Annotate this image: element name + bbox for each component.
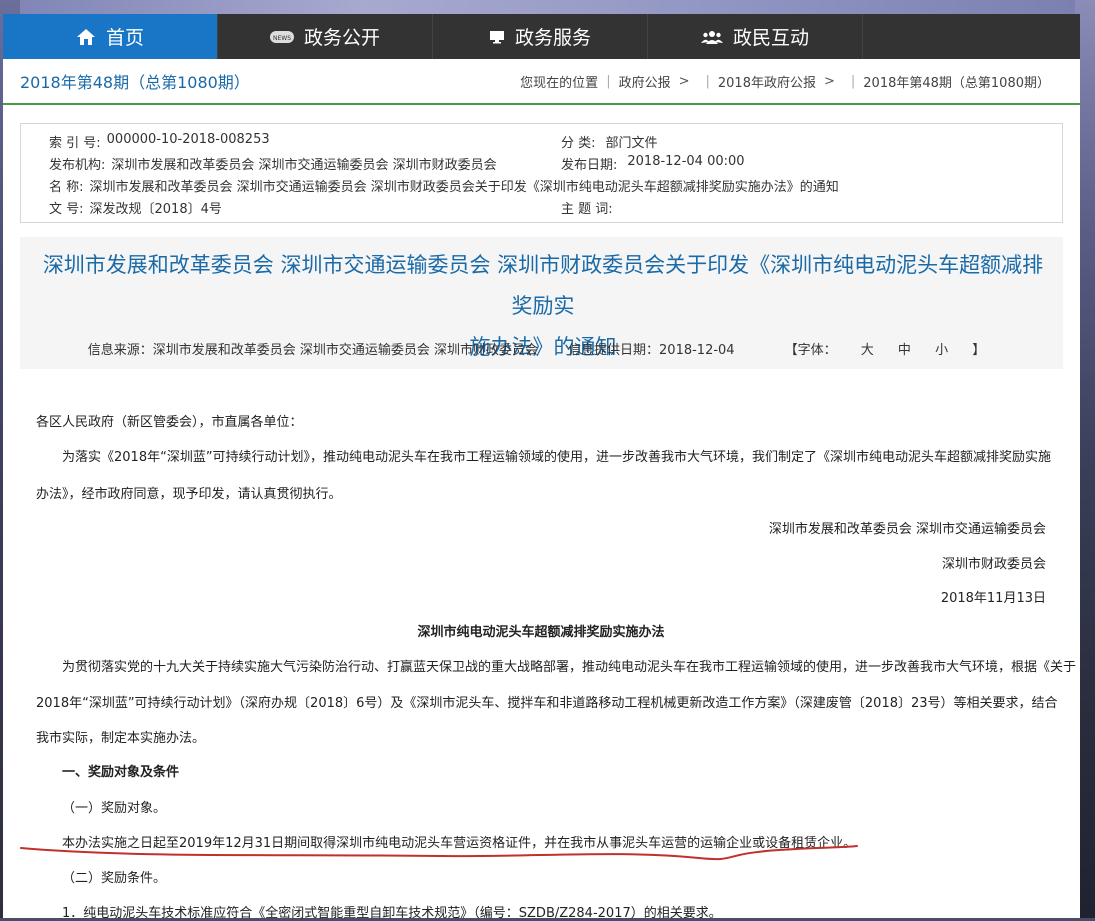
- breadcrumb-location-label: 您现在的位置: [520, 75, 599, 91]
- title-line: 深圳市发展和改革委员会 深圳市交通运输委员会 深圳市财政委员会关于印发《深圳市纯…: [42, 253, 1044, 318]
- info-provided-date: 信息提供日期：2018-12-04: [568, 343, 735, 358]
- paragraph-line: 我市实际，制定本实施办法。: [36, 731, 206, 746]
- info-org: 发布机构: 深圳市发展和改革委员会 深圳市交通运输委员会 深圳市财政委员会: [49, 154, 497, 173]
- info-label: 名 称:: [49, 180, 84, 195]
- info-date: 发布日期: 2018-12-04 00:00: [561, 154, 745, 173]
- breadcrumb: 您现在的位置 | 政府公报 > | 2018年政府公报 > | 2018年第48…: [520, 72, 1050, 91]
- title-box: 深圳市发展和改革委员会 深圳市交通运输委员会 深圳市财政委员会关于印发《深圳市纯…: [20, 237, 1063, 369]
- font-size-label: 【字体：: [784, 343, 837, 358]
- article-meta: 信息来源：深圳市发展和改革委员会 深圳市交通运输委员会 深圳市财政委员会 信息提…: [20, 339, 1063, 358]
- info-category: 分 类: 部门文件: [561, 132, 658, 151]
- font-size-close: 】: [972, 343, 986, 358]
- breadcrumb-separator: >: [823, 73, 835, 89]
- salutation: 各区人民政府（新区管委会），市直属各单位：: [36, 415, 303, 430]
- users-icon: [700, 29, 723, 45]
- info-name: 名 称: 深圳市发展和改革委员会 深圳市交通运输委员会 深圳市财政委员会关于印发…: [49, 176, 839, 195]
- signature-date: 2018年11月13日: [940, 591, 1046, 606]
- nav-item-label: 首页: [105, 27, 144, 49]
- breadcrumb-item-issue[interactable]: 2018年第48期（总第1080期）: [863, 72, 1050, 91]
- paragraph-line: 为落实《2018年“深圳蓝”可持续行动计划》，推动纯电动泥头车在我市工程运输领域…: [62, 450, 1052, 465]
- breadcrumb-separator: >: [678, 73, 690, 89]
- breadcrumb-item-gazette[interactable]: 政府公报: [619, 72, 671, 91]
- document-heading: 深圳市纯电动泥头车超额减排奖励实施办法: [417, 625, 665, 640]
- monitor-icon: [489, 29, 505, 45]
- paragraph-line: 2018年“深圳蓝”可持续行动计划》（深府办规〔2018〕6号）及《深圳市泥头车…: [36, 696, 1058, 711]
- red-underline-annotation: [20, 845, 858, 861]
- info-index: 索 引 号: 000000-10-2018-008253: [49, 132, 270, 151]
- background-top: [0, 0, 1095, 14]
- nav-filler: [863, 14, 1080, 59]
- list-item: 1．纯电动泥头车技术标准应符合《全密闭式智能重型自卸车技术规范》（编号：SZDB…: [62, 906, 722, 921]
- nav-item-services[interactable]: 政务服务: [433, 14, 648, 59]
- font-size-medium-link[interactable]: 中: [898, 343, 911, 358]
- issue-bar: 2018年第48期（总第1080期） 您现在的位置 | 政府公报 > | 201…: [3, 59, 1080, 105]
- page: 首页 NEWS 政务公开 政务服务 政民互动 2018年第48期（总第1080期…: [3, 14, 1080, 921]
- info-source: 信息来源：深圳市发展和改革委员会 深圳市交通运输委员会 深圳市财政委员会: [87, 343, 539, 358]
- font-size-large-link[interactable]: 大: [861, 343, 874, 358]
- news-badge: NEWS: [273, 35, 291, 42]
- news-icon: NEWS: [269, 29, 294, 45]
- breadcrumb-divider: |: [606, 73, 611, 89]
- nav-item-home[interactable]: 首页: [3, 14, 218, 59]
- nav-item-label: 政民互动: [732, 27, 809, 49]
- breadcrumb-divider: |: [705, 73, 710, 89]
- info-label: 索 引 号:: [49, 136, 101, 151]
- info-value: 000000-10-2018-008253: [106, 132, 270, 147]
- font-size-selector: 【字体： 大 中 小 】: [775, 339, 996, 358]
- info-label: 主 题 词:: [561, 202, 613, 217]
- breadcrumb-divider: |: [850, 73, 856, 89]
- main-nav: 首页 NEWS 政务公开 政务服务 政民互动: [3, 14, 1080, 59]
- signature-orgs: 深圳市发展和改革委员会 深圳市交通运输委员会: [768, 522, 1046, 537]
- info-value: 部门文件: [605, 136, 658, 151]
- info-docno: 文 号: 深发改规〔2018〕4号: [49, 198, 222, 217]
- nav-item-label: 政务公开: [303, 27, 380, 49]
- info-label: 发布日期:: [561, 158, 618, 173]
- info-keywords: 主 题 词:: [561, 198, 613, 217]
- document-info-box: 索 引 号: 000000-10-2018-008253 分 类: 部门文件 发…: [20, 123, 1063, 223]
- section-heading: 一、奖励对象及条件: [62, 765, 180, 780]
- signature-org: 深圳市财政委员会: [941, 557, 1046, 572]
- info-label: 分 类:: [561, 136, 596, 151]
- subsection-heading: （一）奖励对象。: [62, 801, 167, 816]
- nav-item-label: 政务服务: [514, 27, 591, 49]
- paragraph-line: 为贯彻落实党的十九大关于持续实施大气污染防治行动、打赢蓝天保卫战的重大战略部署，…: [62, 660, 1077, 675]
- info-value: 深圳市发展和改革委员会 深圳市交通运输委员会 深圳市财政委员会关于印发《深圳市纯…: [89, 180, 839, 195]
- nav-item-interaction[interactable]: 政民互动: [648, 14, 863, 59]
- info-label: 发布机构:: [49, 158, 106, 173]
- info-label: 文 号:: [49, 202, 84, 217]
- info-value: 深圳市发展和改革委员会 深圳市交通运输委员会 深圳市财政委员会: [111, 158, 497, 173]
- breadcrumb-item-year[interactable]: 2018年政府公报: [718, 72, 816, 91]
- font-size-small-link[interactable]: 小: [935, 343, 948, 358]
- issue-title: 2018年第48期（总第1080期）: [20, 73, 250, 92]
- home-icon: [76, 28, 96, 46]
- info-value: 2018-12-04 00:00: [627, 154, 745, 169]
- info-value: 深发改规〔2018〕4号: [89, 202, 222, 217]
- paragraph-line: 办法》，经市政府同意，现予印发，请认真贯彻执行。: [36, 487, 342, 502]
- nav-item-open-gov[interactable]: NEWS 政务公开: [218, 14, 433, 59]
